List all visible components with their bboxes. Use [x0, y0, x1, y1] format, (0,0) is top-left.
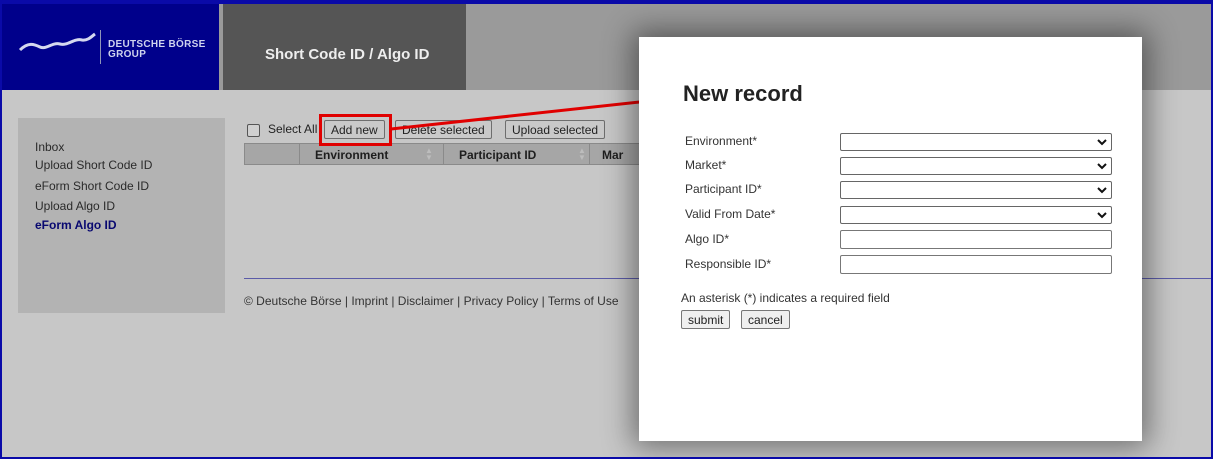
chevron-down-icon [1097, 139, 1107, 146]
section-title-tab[interactable]: Short Code ID / Algo ID [223, 4, 466, 90]
sidebar-item-upload-short-code-id[interactable]: Upload Short Code ID [35, 158, 152, 172]
sidebar-item-inbox[interactable]: Inbox [35, 140, 64, 154]
dialog-title: New record [683, 81, 803, 106]
column-separator [299, 144, 300, 164]
sort-icon[interactable]: ▲ ▼ [578, 147, 586, 162]
valid-from-date-label: Valid From Date* [685, 207, 776, 221]
column-header-market[interactable]: Mar [602, 148, 623, 162]
cancel-button[interactable]: cancel [741, 310, 790, 329]
column-separator [443, 144, 444, 164]
column-separator [589, 144, 590, 164]
brand-separator [100, 30, 101, 64]
brand-logo[interactable]: DEUTSCHE BÖRSE GROUP [2, 4, 219, 90]
environment-select[interactable] [840, 133, 1112, 151]
sort-icon[interactable]: ▲ ▼ [425, 147, 433, 162]
participant-id-label: Participant ID* [685, 182, 762, 196]
delete-selected-button[interactable]: Delete selected [395, 120, 492, 139]
submit-button[interactable]: submit [681, 310, 731, 329]
responsible-id-label: Responsible ID* [685, 257, 772, 271]
algo-id-label: Algo ID* [685, 232, 730, 246]
required-field-note: An asterisk (*) indicates a required fie… [681, 291, 890, 305]
annotation-highlight-box [319, 114, 392, 146]
select-all-checkbox[interactable] [247, 124, 260, 137]
market-label: Market* [685, 158, 727, 172]
footer-links[interactable]: © Deutsche Börse | Imprint | Disclaimer … [244, 294, 619, 308]
chevron-down-icon [1097, 163, 1107, 170]
market-select[interactable] [840, 157, 1112, 175]
algo-id-input[interactable] [840, 230, 1112, 249]
sidebar-item-eform-algo-id[interactable]: eForm Algo ID [35, 218, 117, 232]
brand-text: DEUTSCHE BÖRSE GROUP [108, 40, 206, 60]
brand-line-2: GROUP [108, 49, 147, 60]
column-header-environment[interactable]: Environment [315, 148, 388, 162]
sidebar: Inbox Upload Short Code ID eForm Short C… [18, 118, 225, 313]
sidebar-item-upload-algo-id[interactable]: Upload Algo ID [35, 199, 115, 213]
chevron-down-icon [1097, 187, 1107, 194]
brand-wave-icon [18, 32, 96, 52]
select-all-label: Select All [268, 122, 318, 136]
valid-from-date-select[interactable] [840, 206, 1112, 224]
window-frame: DEUTSCHE BÖRSE GROUP Short Code ID / Alg… [0, 0, 1213, 459]
environment-label: Environment* [685, 134, 758, 148]
responsible-id-input[interactable] [840, 255, 1112, 274]
upload-selected-button[interactable]: Upload selected [505, 120, 606, 139]
new-record-dialog: New record Environment* Market* Particip… [639, 37, 1142, 441]
sidebar-item-eform-short-code-id[interactable]: eForm Short Code ID [35, 179, 149, 193]
participant-id-select[interactable] [840, 181, 1112, 199]
chevron-down-icon [1097, 212, 1107, 219]
column-header-participant-id[interactable]: Participant ID [459, 148, 536, 162]
